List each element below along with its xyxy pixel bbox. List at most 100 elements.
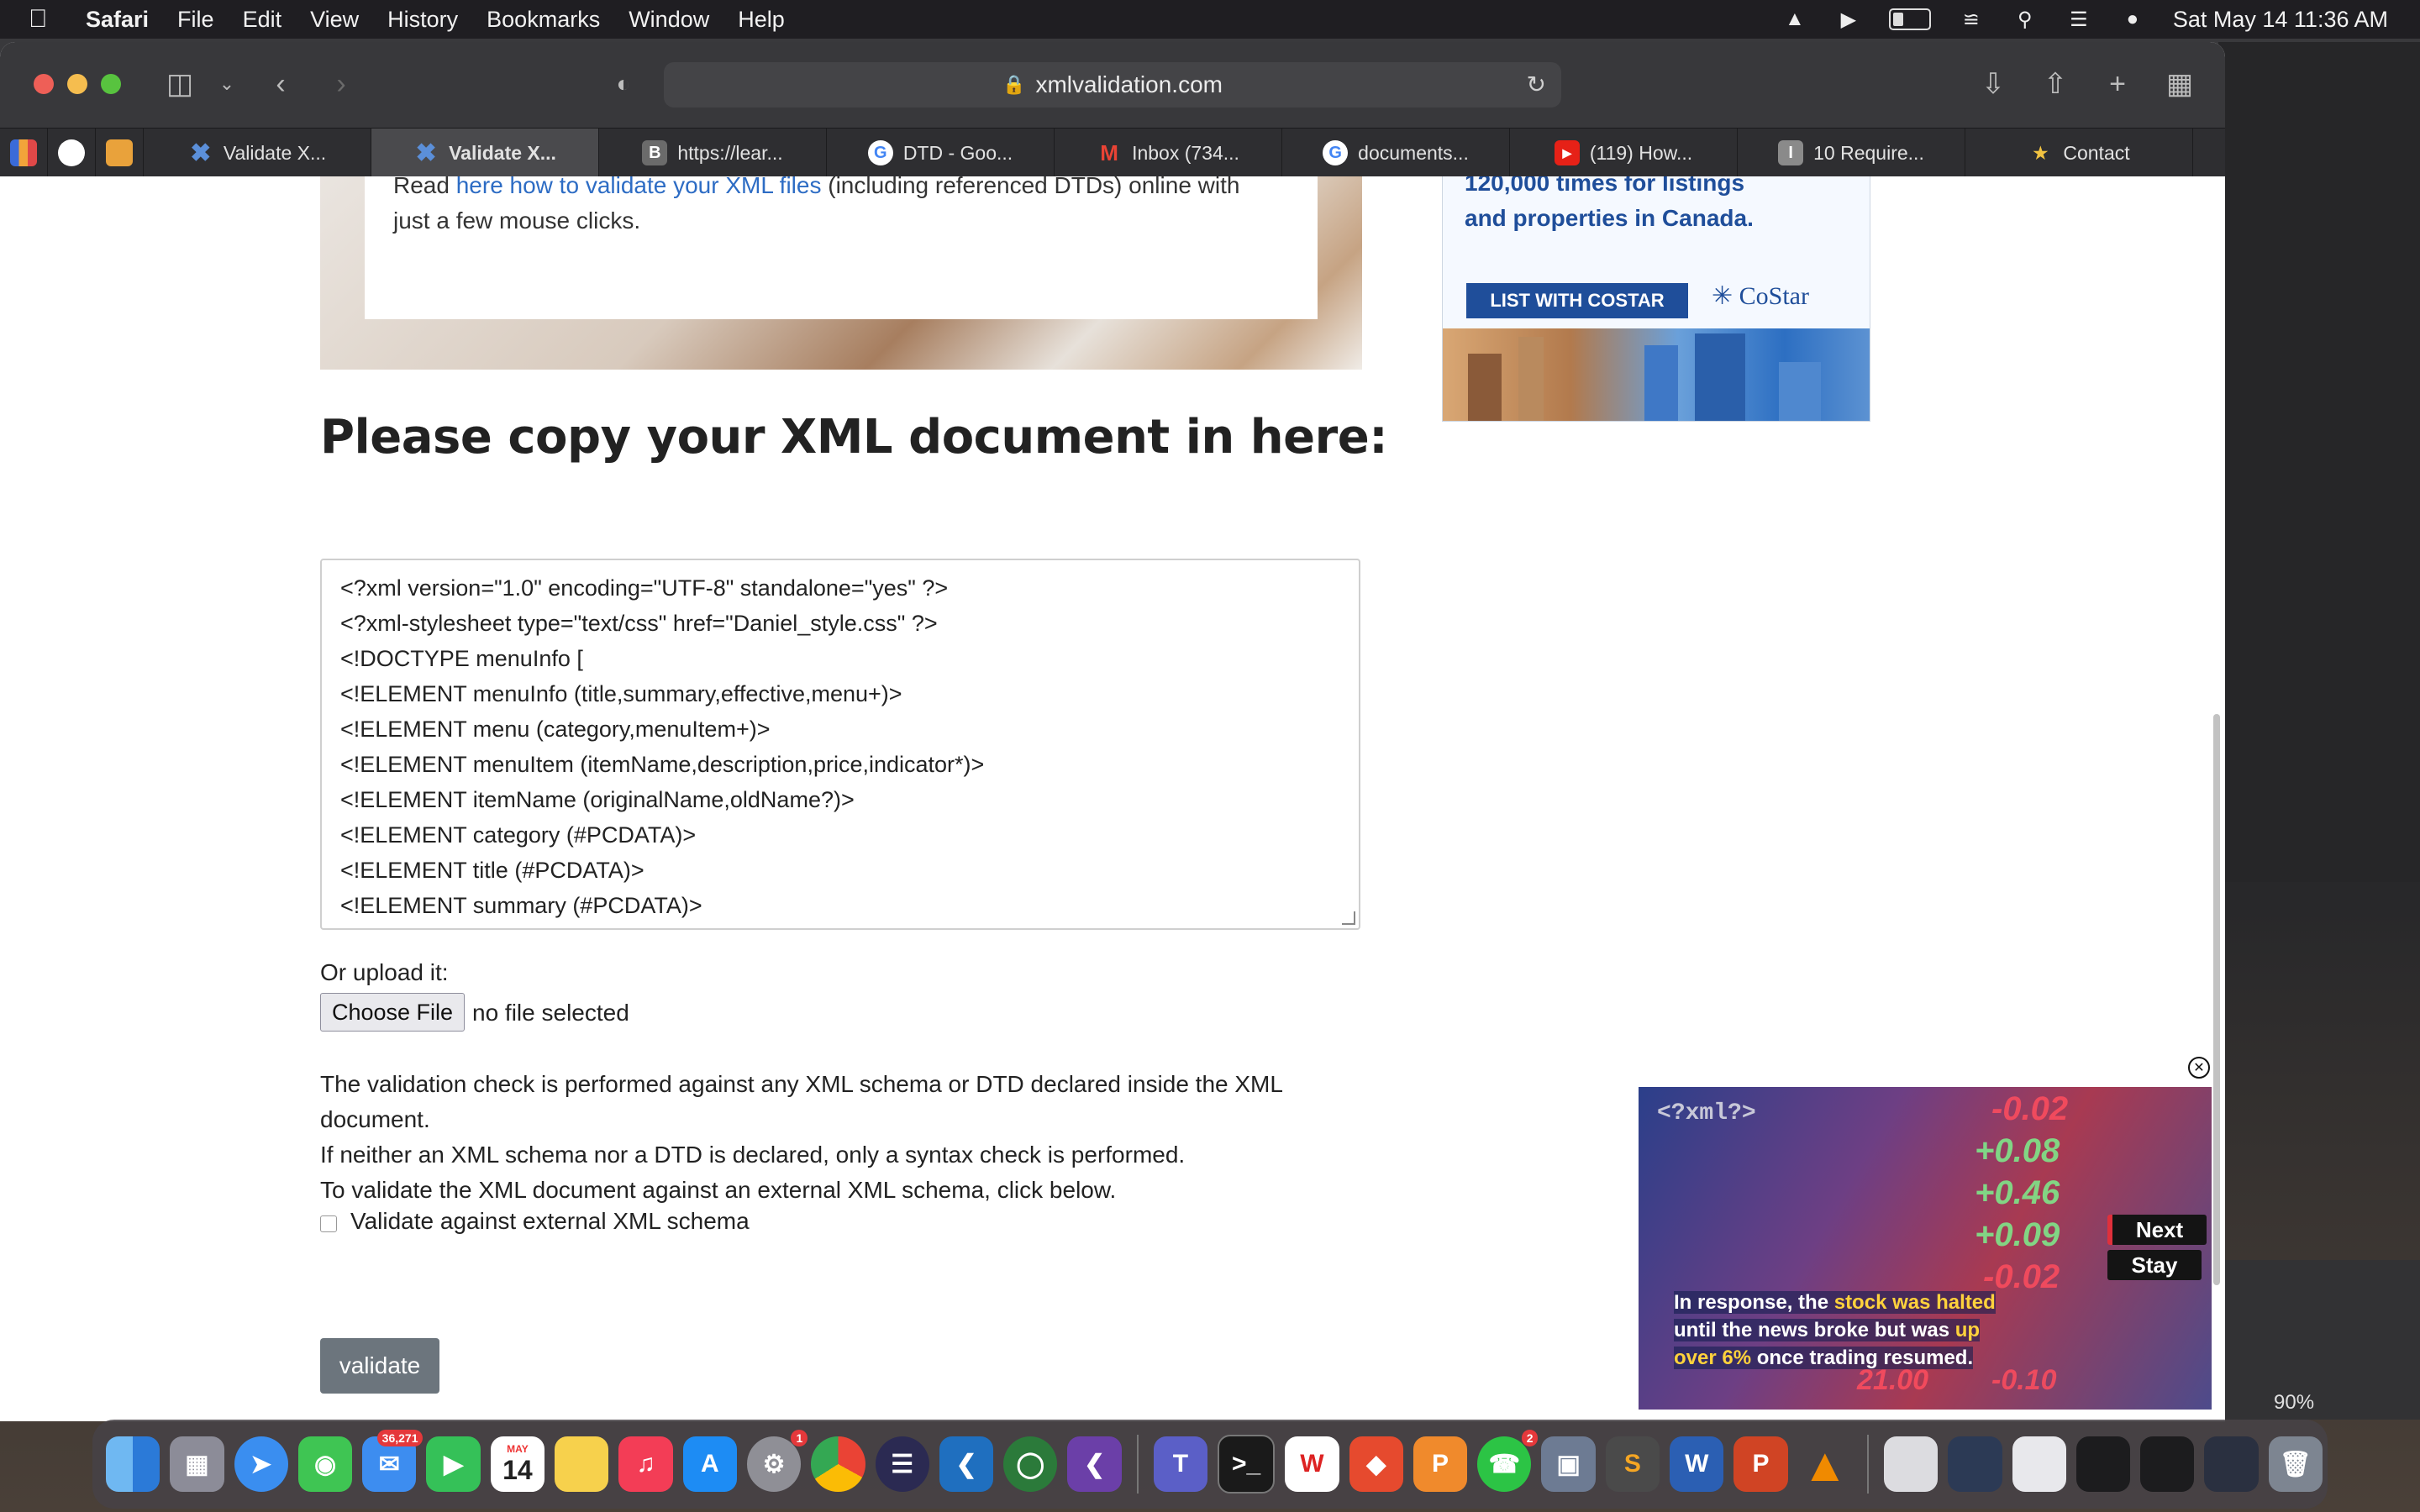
teams-icon[interactable]: T [1153,1436,1207,1492]
siri-icon[interactable]: ● [2119,8,2146,31]
page-scrollbar[interactable] [2213,714,2220,1285]
external-schema-label[interactable]: Validate against external XML schema [350,1208,750,1235]
pinned-tab-notes[interactable] [96,129,144,177]
video-stay-button[interactable]: Stay [2107,1250,2202,1280]
share-icon[interactable]: ⇧ [2035,64,2075,104]
music-icon[interactable]: ♫ [618,1436,673,1492]
vscode-icon[interactable]: ❮ [939,1436,994,1492]
menu-window[interactable]: Window [629,7,709,33]
visual-studio-icon[interactable]: ❮ [1067,1436,1122,1492]
app-store-icon[interactable]: A [682,1436,737,1492]
mail-icon[interactable]: ✉ 36,271 [362,1430,424,1492]
tab-dtd-google[interactable]: G DTD - Goo... [827,129,1055,177]
eclipse-icon[interactable]: ☰ [875,1436,929,1492]
downloads-icon[interactable]: ⇩ [1973,64,2013,104]
wifi-icon[interactable]: ≌ [1958,8,1985,31]
battery-icon[interactable] [1888,8,1931,30]
anydesk-icon[interactable]: ◆ [1349,1436,1403,1492]
tab-youtube[interactable]: ▶ (119) How... [1510,129,1738,177]
apple-menu-icon[interactable]:  [29,5,66,34]
trash-icon[interactable]: 🗑 [2268,1436,2323,1492]
green-ring-app-icon[interactable]: ◯ [1003,1436,1058,1492]
ad-line-1: 120,000 times for listings [1465,176,1745,196]
menu-edit[interactable]: Edit [243,7,282,33]
xml-line: <!ELEMENT title (#PCDATA)> [340,858,644,883]
spotlight-search-icon[interactable]: ⚲ [2012,8,2039,31]
calendar-icon[interactable]: MAY 14 [490,1436,545,1492]
menu-app-name[interactable]: Safari [86,7,149,33]
back-arrow-icon[interactable]: ‹ [260,64,301,104]
tab-inbox[interactable]: M Inbox (734... [1055,129,1282,177]
external-schema-option[interactable]: Validate against external XML schema [320,1208,750,1235]
menu-file[interactable]: File [177,7,214,33]
recent-window-icon[interactable] [2012,1436,2066,1492]
sidebar-toggle-icon[interactable]: ◫ [160,64,200,104]
document-stack-icon[interactable] [1883,1436,1939,1492]
safari-icon[interactable]: ➤ [234,1436,288,1492]
messages-icon[interactable]: ◉ [297,1436,353,1492]
finder-icon[interactable] [106,1436,160,1492]
video-caption: In response, the stock was halted until … [1674,1289,2027,1372]
sublime-icon[interactable]: S [1605,1436,1660,1492]
vlc-icon[interactable]: ▲ [1798,1436,1852,1492]
tab-learn[interactable]: Bhttps://lear... [599,129,827,177]
pinned-tab-github[interactable] [48,129,96,177]
launchpad-icon[interactable]: ▦ [170,1436,224,1492]
google-icon: G [1323,140,1349,165]
xml-input-textarea[interactable]: <?xml version="1.0" encoding="UTF-8" sta… [320,559,1360,930]
tab-documents[interactable]: Gdocuments... [1282,129,1510,177]
privacy-shield-icon[interactable]: ◐ [603,64,644,104]
costar-ad[interactable]: 120,000 times for listings and propertie… [1442,176,1870,422]
reload-icon[interactable]: ↻ [1527,71,1546,98]
tab-validate-1[interactable]: ✖ Validate X... [144,129,371,177]
preview-icon[interactable]: ▣ [1541,1436,1596,1492]
tab-contact[interactable]: ★ Contact [1965,129,2193,177]
minimize-window-button[interactable] [67,74,87,94]
tab-requirements[interactable]: I 10 Require... [1738,129,1965,177]
chevron-down-icon[interactable]: ⌄ [207,64,247,104]
video-next-button[interactable]: Next [2107,1215,2207,1245]
menu-history[interactable]: History [387,7,458,33]
menu-help[interactable]: Help [738,7,785,33]
recent-window-icon[interactable] [2075,1436,2131,1492]
facetime-icon[interactable]: ▶ [426,1436,481,1492]
notes-icon[interactable] [555,1436,609,1492]
terminal-icon[interactable]: >_ [1218,1435,1276,1494]
menu-clock[interactable]: Sat May 14 11:36 AM [2173,7,2388,33]
external-schema-checkbox[interactable] [320,1215,337,1232]
choose-file-button[interactable]: Choose File [320,993,465,1032]
word-icon[interactable]: W [1670,1436,1724,1492]
close-window-button[interactable] [34,74,54,94]
vlc-status-icon[interactable]: ▲ [1781,8,1808,31]
video-player[interactable]: -0.02 +0.08 +0.46 +0.09 -0.02 21.00 -0.1… [1639,1087,2212,1410]
new-tab-icon[interactable]: + [2097,64,2138,104]
ad-list-button[interactable]: LIST WITH COSTAR [1466,283,1688,318]
validate-help-link[interactable]: here how to validate your XML files [456,176,822,198]
close-video-icon[interactable]: ✕ [2188,1057,2210,1079]
validate-button[interactable]: validate [320,1338,439,1394]
caption-part: once trading resumed. [1751,1347,1974,1369]
ad-text: 120,000 times for listings and propertie… [1465,176,1754,236]
pdf-app-icon[interactable]: P [1413,1436,1468,1492]
recent-window-icon[interactable] [2140,1436,2195,1492]
chrome-icon[interactable] [811,1436,865,1492]
tab-label: Inbox (734... [1132,141,1239,164]
control-center-icon[interactable]: ☰ [2065,8,2092,31]
system-settings-icon[interactable]: ⚙ 1 [746,1430,808,1492]
powerpoint-icon[interactable]: P [1733,1436,1788,1492]
address-bar[interactable]: 🔒 xmlvalidation.com ↻ [664,62,1561,108]
menu-bookmarks[interactable]: Bookmarks [487,7,600,33]
play-status-icon[interactable]: ▶ [1835,8,1862,31]
whatsapp-icon[interactable]: ☎ 2 [1477,1430,1539,1492]
tab-overview-icon[interactable]: ▦ [2160,64,2200,104]
tab-validate-2[interactable]: ✖ Validate X... [371,129,599,177]
recent-window-icon[interactable] [1948,1436,2002,1492]
wps-icon[interactable]: W [1285,1436,1339,1492]
textarea-resize-handle[interactable] [1342,911,1355,925]
pinned-tab-charts[interactable] [0,129,48,177]
xml-line: <?xml version="1.0" encoding="UTF-8" sta… [340,575,949,601]
forward-arrow-icon[interactable]: › [321,64,361,104]
recent-window-icon[interactable] [2204,1436,2259,1492]
menu-view[interactable]: View [310,7,359,33]
zoom-window-button[interactable] [101,74,121,94]
